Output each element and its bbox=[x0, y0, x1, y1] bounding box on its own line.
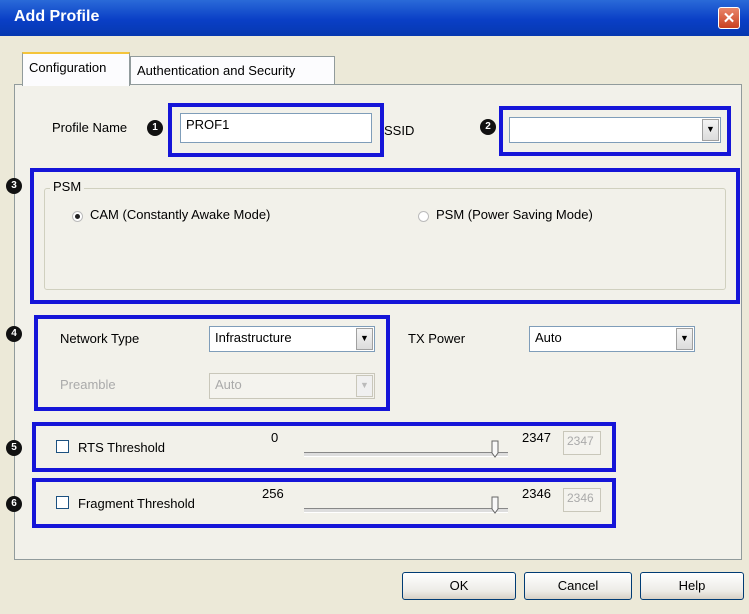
profile-name-label: Profile Name bbox=[52, 120, 128, 135]
ssid-label: SSID bbox=[384, 123, 415, 138]
fragment-threshold-label: Fragment Threshold bbox=[78, 496, 195, 511]
network-type-label: Network Type bbox=[60, 331, 140, 346]
cam-radio-label[interactable]: CAM (Constantly Awake Mode) bbox=[90, 207, 270, 222]
preamble-value: Auto bbox=[215, 377, 242, 392]
callout-badge-4: 4 bbox=[6, 326, 22, 342]
network-type-combo[interactable]: Infrastructure ▼ bbox=[209, 326, 375, 352]
tab-configuration[interactable]: Configuration bbox=[22, 52, 130, 86]
rts-threshold-label: RTS Threshold bbox=[78, 440, 165, 455]
preamble-label: Preamble bbox=[60, 377, 116, 392]
chevron-down-icon[interactable]: ▼ bbox=[702, 119, 719, 141]
add-profile-dialog: Add Profile ✕ Configuration Authenticati… bbox=[0, 0, 749, 614]
network-type-value: Infrastructure bbox=[215, 330, 292, 345]
close-icon[interactable]: ✕ bbox=[718, 7, 740, 29]
fragment-min-value: 256 bbox=[262, 486, 284, 501]
callout-badge-3: 3 bbox=[6, 178, 22, 194]
callout-badge-1: 1 bbox=[147, 120, 163, 136]
ok-button[interactable]: OK bbox=[402, 572, 516, 600]
tx-power-label: TX Power bbox=[408, 331, 466, 346]
profile-name-input[interactable]: PROF1 bbox=[180, 113, 372, 143]
tx-power-combo[interactable]: Auto ▼ bbox=[529, 326, 695, 352]
tab-authentication-security[interactable]: Authentication and Security bbox=[130, 56, 335, 84]
psm-groupbox bbox=[44, 188, 726, 290]
rts-max-value: 2347 bbox=[522, 430, 551, 445]
title-bar[interactable] bbox=[0, 0, 749, 36]
callout-badge-2: 2 bbox=[480, 119, 496, 135]
rts-value-box: 2347 bbox=[563, 431, 601, 455]
cancel-button[interactable]: Cancel bbox=[524, 572, 632, 600]
fragment-slider-track[interactable] bbox=[304, 508, 508, 513]
fragment-slider-thumb[interactable] bbox=[491, 496, 499, 514]
cam-radio[interactable] bbox=[72, 211, 83, 222]
rts-min-value: 0 bbox=[271, 430, 279, 445]
help-button[interactable]: Help bbox=[640, 572, 744, 600]
chevron-down-icon: ▼ bbox=[356, 375, 373, 397]
fragment-max-value: 2346 bbox=[522, 486, 551, 501]
callout-badge-6: 6 bbox=[6, 496, 22, 512]
psm-legend: PSM bbox=[50, 179, 85, 194]
psm-radio[interactable] bbox=[418, 211, 429, 222]
chevron-down-icon[interactable]: ▼ bbox=[356, 328, 373, 350]
psm-radio-label[interactable]: PSM (Power Saving Mode) bbox=[436, 207, 593, 222]
tx-power-value: Auto bbox=[535, 330, 562, 345]
ssid-combo[interactable]: ▼ bbox=[509, 117, 721, 143]
callout-badge-5: 5 bbox=[6, 440, 22, 456]
preamble-combo: Auto ▼ bbox=[209, 373, 375, 399]
rts-slider-thumb[interactable] bbox=[491, 440, 499, 458]
fragment-threshold-checkbox[interactable] bbox=[56, 496, 69, 509]
dialog-title: Add Profile bbox=[14, 8, 100, 25]
fragment-value-box: 2346 bbox=[563, 488, 601, 512]
rts-slider-track[interactable] bbox=[304, 452, 508, 457]
rts-threshold-checkbox[interactable] bbox=[56, 440, 69, 453]
chevron-down-icon[interactable]: ▼ bbox=[676, 328, 693, 350]
